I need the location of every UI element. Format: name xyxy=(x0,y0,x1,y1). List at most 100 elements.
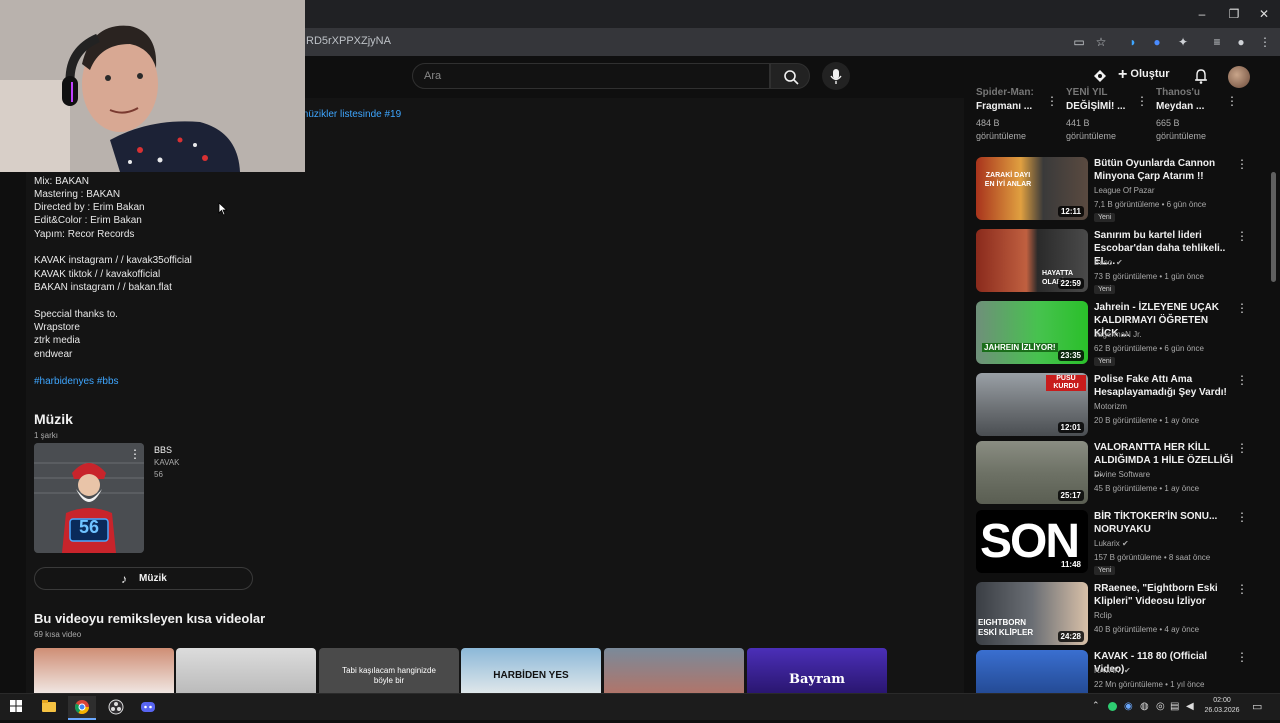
recommended-video[interactable]: PUSU KURDU 12:01 Polise Fake Attı Ama He… xyxy=(976,373,1266,441)
video-thumbnail[interactable]: 25:17 xyxy=(976,441,1088,504)
channel-name[interactable]: JagermaN Jr. xyxy=(1094,330,1142,339)
recommended-video[interactable]: KAVAK - 118 80 (Official Video) KAVAK ✔ … xyxy=(976,650,1266,693)
voice-search-button[interactable] xyxy=(822,62,850,90)
recommended-video[interactable]: SON 11:48 BİR TİKTOKER'İN SONU... NORUYA… xyxy=(976,510,1266,578)
volume-icon[interactable]: ◀ xyxy=(1186,701,1194,712)
music-song-count: 1 şarkı xyxy=(34,431,59,440)
video-menu-icon[interactable]: ⋮ xyxy=(1236,511,1248,523)
extension-audio-icon[interactable]: ◗ xyxy=(1126,35,1140,49)
channel-name[interactable]: Divine Software xyxy=(1094,470,1150,479)
video-thumbnail[interactable]: PUSU KURDU 12:01 xyxy=(976,373,1088,436)
steam-tray-icon[interactable]: ◉ xyxy=(1124,701,1133,712)
card-menu-icon[interactable]: ⋮ xyxy=(1136,94,1148,108)
trending-music-link[interactable]: müzikler listesinde #19 xyxy=(300,109,401,120)
song-menu-icon[interactable]: ⋮ xyxy=(129,447,141,461)
card-menu-icon[interactable]: ⋮ xyxy=(1046,94,1058,108)
song-cover-art[interactable]: 56 ⋮ xyxy=(34,443,144,553)
tray-app-icon[interactable] xyxy=(1108,702,1117,711)
recommended-video[interactable]: HAYATTA OLABİ... 22:59 Sanırım bu kartel… xyxy=(976,229,1266,297)
channel-name[interactable]: League Of Pazar xyxy=(1094,186,1154,195)
url-text[interactable]: RD5rXPPXZjyNA xyxy=(306,35,391,47)
video-thumbnail[interactable]: EIGHTBORN ESKİ KLİPLER 24:28 xyxy=(976,582,1088,645)
video-title[interactable]: Bütün Oyunlarda Cannon Minyona Çarp Atar… xyxy=(1094,157,1234,183)
file-explorer-icon[interactable] xyxy=(42,700,56,712)
channel-name[interactable]: Lukarix xyxy=(1094,539,1120,548)
short-thumbnail[interactable]: HARBİDEN YES xyxy=(461,648,601,693)
channel-name[interactable]: KAVAK xyxy=(1094,666,1120,675)
video-menu-icon[interactable]: ⋮ xyxy=(1236,302,1248,314)
recommended-video[interactable]: ZARAKİ DAYI EN İYİ ANLAR 12:11 Bütün Oyu… xyxy=(976,157,1266,225)
video-thumbnail[interactable]: JAHREIN İZLİYOR! 23:35 xyxy=(976,301,1088,364)
desc-kavak-tiktok[interactable]: KAVAK tiktok / / kavakofficial xyxy=(34,269,160,280)
windows-start-icon[interactable] xyxy=(10,700,22,712)
short-thumbnail[interactable] xyxy=(176,648,316,693)
tray-overflow-icon[interactable]: ⌃ xyxy=(1092,700,1100,711)
search-input[interactable] xyxy=(412,63,770,89)
desc-hashtags[interactable]: #harbidenyes #bbs xyxy=(34,376,119,387)
webcam-overlay xyxy=(0,0,305,172)
desc-edit: Edit&Color : Erim Bakan xyxy=(34,215,142,226)
chrome-taskbar-item[interactable] xyxy=(68,696,96,720)
search-button[interactable] xyxy=(770,63,810,89)
plus-icon: + xyxy=(1118,66,1128,83)
notifications-bell-icon[interactable] xyxy=(1193,68,1209,84)
channel-name[interactable]: Baso xyxy=(1094,258,1112,267)
video-duration: 25:17 xyxy=(1057,490,1084,501)
maximize-icon[interactable]: ❐ xyxy=(1220,4,1248,24)
recommended-video[interactable]: 25:17 VALORANTTA HER KİLL ALDIĞIMDA 1 Hİ… xyxy=(976,441,1266,509)
video-menu-icon[interactable]: ⋮ xyxy=(1236,374,1248,386)
music-note-icon: ♪ xyxy=(121,572,127,586)
tray-app-icon[interactable]: ◎ xyxy=(1156,701,1165,712)
notification-center-icon[interactable]: ▭ xyxy=(1252,700,1262,713)
recommended-video[interactable]: JAHREIN İZLİYOR! 23:35 Jahrein - İZLEYEN… xyxy=(976,301,1266,369)
tray-app-icon[interactable]: ◍ xyxy=(1140,701,1149,712)
create-button[interactable]: + Oluştur xyxy=(1118,66,1170,86)
network-icon[interactable]: ▤ xyxy=(1170,701,1179,712)
video-thumbnail[interactable]: SON 11:48 xyxy=(976,510,1088,573)
channel-name[interactable]: Motorizm xyxy=(1094,402,1127,411)
minimize-icon[interactable]: – xyxy=(1188,4,1216,24)
cast-icon[interactable]: ▭ xyxy=(1072,35,1086,49)
short-thumbnail[interactable] xyxy=(34,648,174,693)
channel-name[interactable]: Rclip xyxy=(1094,611,1112,620)
account-avatar[interactable] xyxy=(1228,66,1250,88)
cover-number: 56 xyxy=(78,517,100,537)
extension-vpn-icon[interactable]: ● xyxy=(1150,35,1164,49)
video-menu-icon[interactable]: ⋮ xyxy=(1236,230,1248,242)
video-menu-icon[interactable]: ⋮ xyxy=(1236,651,1248,663)
card-menu-icon[interactable]: ⋮ xyxy=(1226,94,1238,108)
song-title[interactable]: BBS xyxy=(154,445,172,455)
system-clock[interactable]: 02:00 26.03.2026 xyxy=(1200,696,1244,716)
close-icon[interactable]: ✕ xyxy=(1250,4,1278,24)
music-button[interactable]: ♪ Müzik xyxy=(34,567,253,590)
extensions-puzzle-icon[interactable]: ✦ xyxy=(1176,35,1190,49)
video-thumbnail[interactable]: HAYATTA OLABİ... 22:59 xyxy=(976,229,1088,292)
video-title[interactable]: Polise Fake Attı Ama Hesaplayamadığı Şey… xyxy=(1094,373,1234,399)
obs-icon[interactable] xyxy=(108,699,124,715)
short-thumbnail[interactable]: Tabi kaşılacam hanginizde böyle bir xyxy=(319,648,459,693)
video-thumbnail[interactable] xyxy=(976,650,1088,693)
profile-icon[interactable]: ● xyxy=(1234,35,1248,49)
browser-menu-icon[interactable]: ⋮ xyxy=(1258,35,1272,49)
video-menu-icon[interactable]: ⋮ xyxy=(1236,158,1248,170)
media-control-icon[interactable]: ≡ xyxy=(1210,35,1224,49)
video-title[interactable]: Sanırım bu kartel lideri Escobar'dan dah… xyxy=(1094,229,1234,268)
desc-thanks-2: ztrk media xyxy=(34,335,81,346)
cast-to-tv-icon[interactable] xyxy=(1092,68,1108,84)
short-thumbnail[interactable] xyxy=(604,648,744,693)
discord-icon[interactable] xyxy=(140,699,156,715)
short-caption: Bayram xyxy=(789,672,845,687)
video-menu-icon[interactable]: ⋮ xyxy=(1236,583,1248,595)
new-badge: Yeni xyxy=(1094,357,1116,366)
sidebar-scrollbar[interactable] xyxy=(1271,172,1276,282)
desc-kavak-instagram[interactable]: KAVAK instagram / / kavak35official xyxy=(34,255,192,266)
video-menu-icon[interactable]: ⋮ xyxy=(1236,442,1248,454)
recommended-video[interactable]: EIGHTBORN ESKİ KLİPLER 24:28 RRaenee, "E… xyxy=(976,582,1266,650)
video-thumbnail[interactable]: ZARAKİ DAYI EN İYİ ANLAR 12:11 xyxy=(976,157,1088,220)
short-thumbnail[interactable]: Bayram xyxy=(747,648,887,693)
desc-bakan-instagram[interactable]: BAKAN instagram / / bakan.flat xyxy=(34,282,172,293)
bookmark-star-icon[interactable]: ☆ xyxy=(1094,35,1108,49)
video-title[interactable]: BİR TİKTOKER'İN SONU... NORUYAKU xyxy=(1094,510,1234,536)
card-views-label: görüntüleme xyxy=(976,131,1027,141)
video-title[interactable]: RRaenee, "Eightborn Eski Klipleri" Video… xyxy=(1094,582,1234,608)
